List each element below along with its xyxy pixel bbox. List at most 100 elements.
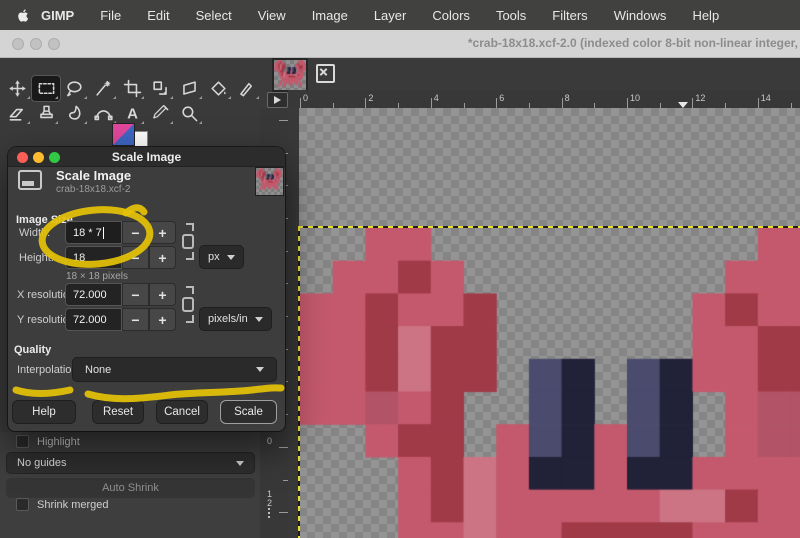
- macos-menu-bar: GIMP File Edit Select View Image Layer Colors To…: [0, 0, 800, 30]
- text-cursor: [103, 227, 104, 239]
- menu-item-image[interactable]: Image: [312, 8, 348, 23]
- menu-item-windows[interactable]: Windows: [614, 8, 667, 23]
- ruler-tick: [365, 98, 366, 108]
- tool-clone[interactable]: [32, 101, 61, 126]
- scale-button[interactable]: Scale: [220, 400, 277, 424]
- ruler-dots: [268, 508, 270, 510]
- ruler-tick: [758, 98, 759, 108]
- menu-item-filters[interactable]: Filters: [552, 8, 587, 23]
- chevron-down-icon: [236, 461, 244, 466]
- dialog-header-title: Scale Image: [56, 168, 131, 183]
- tool-zoom[interactable]: [175, 101, 204, 126]
- menu-item-help[interactable]: Help: [692, 8, 719, 23]
- menu-item-gimp[interactable]: GIMP: [41, 8, 74, 23]
- auto-shrink-button[interactable]: Auto Shrink: [6, 478, 255, 498]
- resolution-unit-dropdown[interactable]: pixels/in: [199, 307, 272, 331]
- menu-item-tools[interactable]: Tools: [496, 8, 526, 23]
- menu-item-view[interactable]: View: [258, 8, 286, 23]
- foreground-background-swatch[interactable]: [112, 123, 152, 149]
- rectangle-select-icon: [36, 79, 57, 98]
- reset-label: Reset: [103, 406, 133, 418]
- y-resolution-input[interactable]: 72.000: [65, 308, 122, 331]
- tool-rectangle-select[interactable]: [32, 76, 61, 101]
- x-res-decrease-button[interactable]: −: [122, 283, 149, 306]
- guides-dropdown[interactable]: No guides: [6, 452, 255, 474]
- foreground-color-swatch[interactable]: [112, 123, 135, 146]
- tool-crop[interactable]: [118, 76, 147, 101]
- ruler-v-label: 2: [267, 498, 272, 508]
- apple-icon[interactable]: [16, 8, 31, 23]
- height-input[interactable]: 18: [65, 246, 122, 269]
- x-resolution-input[interactable]: 72.000: [65, 283, 122, 306]
- bucket-fill-icon: [208, 79, 229, 98]
- ruler-h-label: 2: [368, 93, 373, 103]
- help-button[interactable]: Help: [12, 400, 76, 424]
- plus-icon: +: [158, 226, 166, 240]
- image-canvas[interactable]: [288, 108, 800, 538]
- window-close-button[interactable]: [12, 38, 24, 50]
- height-increase-button[interactable]: +: [149, 246, 176, 269]
- plus-icon: +: [158, 288, 166, 302]
- chevron-down-icon: [227, 255, 235, 260]
- width-decrease-button[interactable]: −: [122, 221, 149, 244]
- menu-item-file[interactable]: File: [100, 8, 121, 23]
- width-input[interactable]: 18 * 7: [65, 221, 122, 244]
- tool-eraser[interactable]: [3, 101, 32, 126]
- tool-move[interactable]: [3, 76, 32, 101]
- tool-free-select[interactable]: [60, 76, 89, 101]
- width-increase-button[interactable]: +: [149, 221, 176, 244]
- tab-crab-preview: [274, 60, 306, 90]
- dialog-title-bar[interactable]: Scale Image: [8, 147, 285, 167]
- size-chain-link-icon[interactable]: [181, 223, 197, 260]
- tool-smudge[interactable]: [60, 101, 89, 126]
- tool-unified-transform[interactable]: [146, 76, 175, 101]
- ruler-corner-menu-button[interactable]: [267, 92, 288, 108]
- new-image-tab-icon[interactable]: [316, 64, 335, 83]
- horizontal-ruler[interactable]: 02468101214: [288, 90, 800, 109]
- window-title-bar[interactable]: *crab-18x18.xcf-2.0 (indexed color 8-bit…: [0, 30, 800, 58]
- reset-button[interactable]: Reset: [92, 400, 144, 424]
- plus-icon: +: [158, 313, 166, 327]
- tool-options-panel: Highlight No guides Auto Shrink Shrink m…: [0, 432, 260, 538]
- ruler-tick: [496, 98, 497, 108]
- minus-icon: −: [131, 251, 139, 265]
- window-zoom-button[interactable]: [48, 38, 60, 50]
- highlight-checkbox[interactable]: [16, 435, 29, 448]
- image-tab-thumbnail[interactable]: [272, 58, 308, 92]
- ruler-tick: [692, 98, 693, 108]
- toolbox: A: [3, 76, 263, 126]
- shrink-merged-checkbox[interactable]: [16, 498, 29, 511]
- clone-icon: [36, 104, 57, 123]
- dialog-title: Scale Image: [8, 150, 285, 164]
- window-title: *crab-18x18.xcf-2.0 (indexed color 8-bit…: [468, 36, 798, 50]
- window-minimize-button[interactable]: [30, 38, 42, 50]
- image-window-icon: [18, 170, 42, 190]
- menu-item-select[interactable]: Select: [196, 8, 232, 23]
- tool-paintbrush[interactable]: [233, 76, 262, 101]
- quality-section-label: Quality: [14, 344, 51, 356]
- fuzzy-select-icon: [93, 79, 114, 98]
- size-unit-dropdown[interactable]: px: [199, 245, 244, 269]
- tool-handle-transform[interactable]: [175, 76, 204, 101]
- tab-checker: [274, 60, 306, 90]
- y-res-decrease-button[interactable]: −: [122, 308, 149, 331]
- height-decrease-button[interactable]: −: [122, 246, 149, 269]
- tool-bucket-fill[interactable]: [204, 76, 233, 101]
- dialog-crab-preview: [256, 168, 282, 194]
- cancel-button[interactable]: Cancel: [156, 400, 208, 424]
- menu-item-edit[interactable]: Edit: [147, 8, 169, 23]
- smudge-icon: [64, 104, 85, 123]
- dialog-header-subtitle: crab-18x18.xcf-2: [56, 184, 130, 195]
- scale-label: Scale: [234, 406, 263, 418]
- interpolation-dropdown[interactable]: None: [72, 357, 277, 382]
- y-resolution-value: 72.000: [73, 314, 107, 326]
- y-res-increase-button[interactable]: +: [149, 308, 176, 331]
- ruler-tick: [431, 98, 432, 108]
- height-label: Height:: [19, 252, 54, 264]
- shrink-merged-label: Shrink merged: [37, 499, 109, 511]
- resolution-chain-link-icon[interactable]: [181, 286, 197, 323]
- x-res-increase-button[interactable]: +: [149, 283, 176, 306]
- menu-item-layer[interactable]: Layer: [374, 8, 407, 23]
- menu-item-colors[interactable]: Colors: [432, 8, 470, 23]
- tool-fuzzy-select[interactable]: [89, 76, 118, 101]
